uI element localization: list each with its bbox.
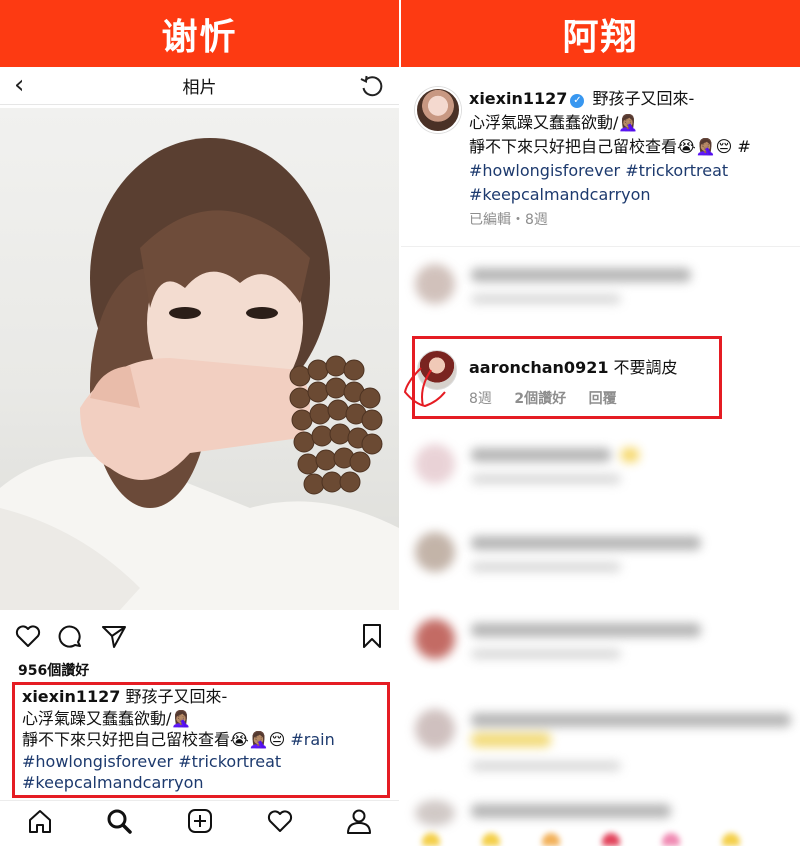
- add-post-icon[interactable]: [186, 807, 214, 835]
- blurred-comment: [401, 250, 800, 330]
- comment-icon[interactable]: [56, 622, 84, 650]
- red-scribble-annotation: [403, 367, 446, 408]
- blurred-comment: [401, 695, 800, 795]
- post-line3: 靜不下來只好把自己留校查看😭🤦🏽‍♀️😔 #: [469, 137, 751, 156]
- post-topbar: ‹ 相片: [0, 67, 399, 105]
- hashtag-rain[interactable]: #rain: [290, 730, 334, 749]
- bookmark-icon[interactable]: [358, 622, 386, 650]
- page-title: 相片: [182, 78, 217, 98]
- profile-icon[interactable]: [345, 807, 373, 835]
- post-line2: 心浮氣躁又蠢蠢欲動/🤦🏽‍♀️: [469, 113, 639, 132]
- left-banner: 谢忻: [0, 0, 399, 67]
- blurred-comment: [401, 605, 800, 685]
- comment-body: aaronchan0921 不要調皮: [469, 354, 678, 378]
- verified-icon: ✓: [570, 94, 585, 108]
- avatar[interactable]: [415, 87, 461, 133]
- woman-photo-illustration: [0, 138, 399, 610]
- blurred-comment: [401, 790, 800, 830]
- post-action-bar: [0, 618, 399, 654]
- caption-line3: 靜不下來只好把自己留校查看😭🤦🏽‍♀️😔: [22, 730, 291, 749]
- likes-count[interactable]: 956個讚好: [18, 660, 89, 680]
- caption-line2: 心浮氣躁又蠢蠢欲動/🤦🏽‍♀️: [22, 708, 192, 728]
- comment-time: 8週: [469, 391, 492, 407]
- post-caption: xiexin1127 野孩子又回來- 心浮氣躁又蠢蠢欲動/🤦🏽‍♀️ 靜不下來只…: [22, 686, 392, 794]
- search-icon[interactable]: [105, 807, 133, 835]
- caption-hashtags-line5[interactable]: #keepcalmandcarryon: [22, 772, 392, 794]
- share-icon[interactable]: [100, 622, 128, 650]
- right-banner: 阿翔: [401, 0, 800, 67]
- right-panel: 阿翔 xiexin1127 ✓ 野孩子又回來- 心浮氣躁又蠢蠢欲動/🤦🏽‍♀️ 靜…: [401, 0, 800, 846]
- post-username[interactable]: xiexin1127: [469, 89, 567, 108]
- caption-username[interactable]: xiexin1127: [22, 687, 120, 706]
- blurred-comment: [401, 518, 800, 598]
- reply-button[interactable]: 回覆: [589, 391, 617, 407]
- post-hashtags-line5[interactable]: #keepcalmandcarryon: [469, 183, 799, 207]
- post-header: xiexin1127 ✓ 野孩子又回來- 心浮氣躁又蠢蠢欲動/🤦🏽‍♀️ 靜不下來…: [401, 67, 800, 247]
- comment-text: 不要調皮: [608, 358, 678, 377]
- blurred-emoji-bar: [401, 828, 800, 846]
- refresh-icon[interactable]: [359, 73, 385, 99]
- comment-meta: 8週 2個讚好 回覆: [469, 388, 635, 408]
- caption-line1: 野孩子又回來-: [120, 687, 228, 706]
- post-meta: 已編輯・8週: [469, 212, 548, 228]
- left-panel: 谢忻 ‹ 相片 956個讚好 xiexin1127 野孩子又回來- 心浮氣躁又蠢…: [0, 0, 399, 846]
- post-photo[interactable]: [0, 108, 399, 610]
- post-caption-full: xiexin1127 ✓ 野孩子又回來- 心浮氣躁又蠢蠢欲動/🤦🏽‍♀️ 靜不下來…: [469, 87, 799, 207]
- comment-username[interactable]: aaronchan0921: [469, 358, 608, 377]
- heart-icon[interactable]: [14, 622, 42, 650]
- bottom-nav: [0, 800, 399, 846]
- home-icon[interactable]: [26, 807, 54, 835]
- post-hashtags-line4[interactable]: #howlongisforever #trickortreat: [469, 159, 799, 183]
- blurred-comment: [401, 430, 800, 510]
- post-line1: 野孩子又回來-: [587, 89, 695, 108]
- activity-icon[interactable]: [266, 807, 294, 835]
- comment-likes[interactable]: 2個讚好: [514, 391, 566, 407]
- caption-hashtags-line4[interactable]: #howlongisforever #trickortreat: [22, 751, 392, 773]
- back-icon[interactable]: ‹: [14, 71, 24, 99]
